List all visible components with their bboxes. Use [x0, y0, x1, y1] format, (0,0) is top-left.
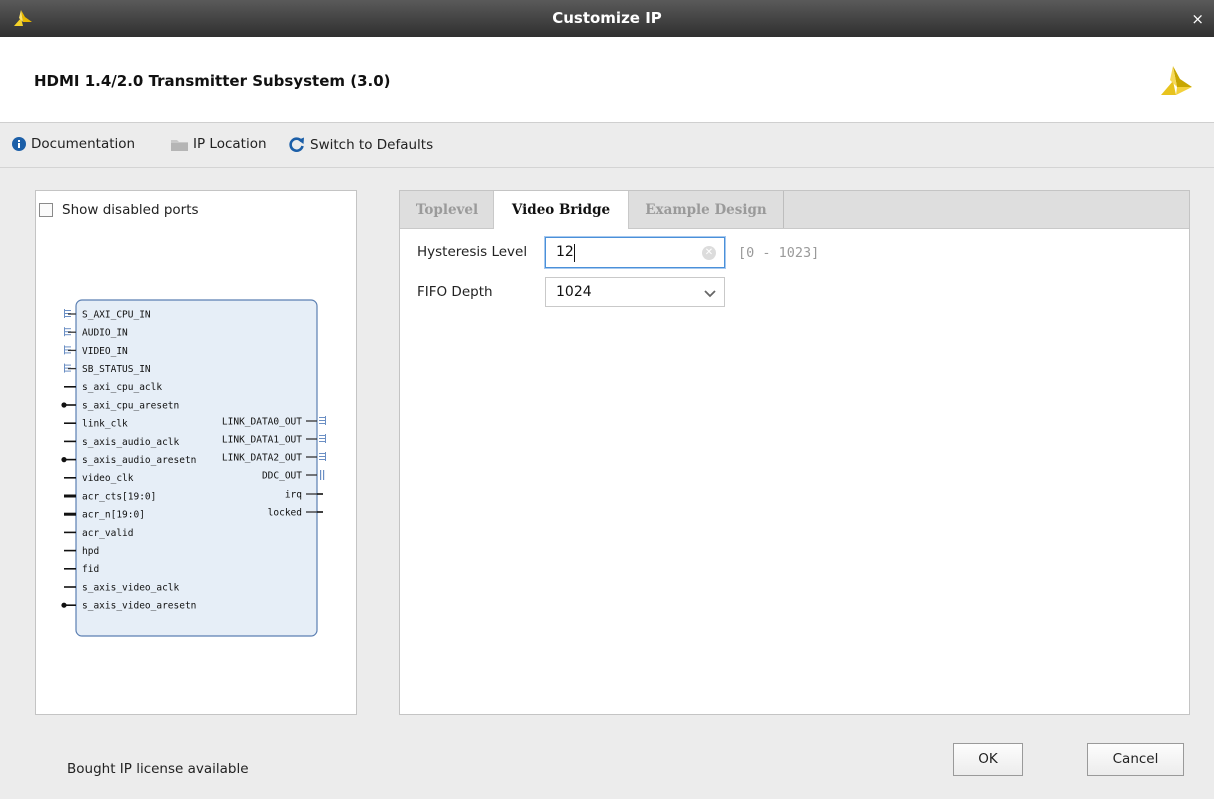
port-link-data2-out-bus-glyph [319, 452, 326, 461]
port-s-axi-cpu-in-label: S_AXI_CPU_IN [82, 309, 151, 320]
refresh-icon [288, 136, 305, 153]
close-icon[interactable]: × [1191, 12, 1204, 27]
show-disabled-ports-checkbox[interactable] [39, 203, 53, 217]
ip-location-label: IP Location [193, 136, 267, 152]
documentation-button[interactable]: Documentation [12, 136, 135, 152]
port-s-axis-audio-aresetn-inversion-bubble [61, 457, 67, 463]
port-link-data0-out-bus-glyph [319, 416, 326, 425]
port-acr-cts-19-0-label: acr_cts[19:0] [82, 491, 156, 502]
hysteresis-range-hint: [0 - 1023] [738, 245, 820, 261]
fifo-depth-select[interactable]: 1024 [545, 277, 725, 307]
port-s-axis-video-aclk-label: s_axis_video_aclk [82, 582, 180, 593]
port-s-axi-cpu-aresetn-label: s_axi_cpu_aresetn [82, 400, 179, 411]
info-icon [12, 137, 26, 151]
tab-toplevel[interactable]: Toplevel [400, 191, 494, 228]
switch-to-defaults-label: Switch to Defaults [310, 136, 434, 153]
port-link-clk-label: link_clk [82, 419, 128, 430]
port-link-data1-out-bus-glyph [319, 434, 326, 443]
folder-icon [171, 138, 188, 151]
port-acr-valid-label: acr_valid [82, 528, 133, 539]
ok-button[interactable]: OK [953, 743, 1023, 776]
fifo-depth-label: FIFO Depth [417, 284, 493, 300]
tab-example-design[interactable]: Example Design [629, 191, 784, 228]
port-ddc-out-iface-bar [320, 470, 322, 480]
license-status: Bought IP license available [67, 761, 249, 777]
port-hpd-label: hpd [82, 546, 99, 557]
show-disabled-ports-row[interactable]: Show disabled ports [39, 202, 199, 218]
port-link-data0-out-label: LINK_DATA0_OUT [222, 416, 302, 427]
xilinx-logo [1158, 63, 1194, 103]
port-fid-label: fid [82, 564, 99, 575]
show-disabled-ports-label: Show disabled ports [62, 202, 199, 218]
hysteresis-level-label: Hysteresis Level [417, 244, 528, 260]
port-audio-in-label: AUDIO_IN [82, 328, 128, 339]
port-sb-status-in-label: SB_STATUS_IN [82, 364, 151, 375]
cancel-button[interactable]: Cancel [1087, 743, 1184, 776]
switch-to-defaults-button[interactable]: Switch to Defaults [288, 136, 433, 153]
port-s-axi-cpu-aclk-label: s_axi_cpu_aclk [82, 382, 162, 393]
toolbar: Documentation IP Location Switch to Defa… [0, 123, 1214, 168]
port-s-axis-audio-aresetn-label: s_axis_audio_aresetn [82, 455, 196, 466]
port-acr-n-19-0-label: acr_n[19:0] [82, 510, 145, 521]
ip-symbol-panel: Show disabled ports S_AXI_CPU_IN AUDIO_IN… [35, 190, 357, 715]
chevron-down-icon [704, 287, 716, 302]
hysteresis-level-input[interactable]: 12 ✕ [545, 237, 725, 268]
fifo-depth-value: 1024 [556, 284, 592, 300]
hysteresis-level-value: 12 [556, 244, 574, 260]
ip-block-symbol: S_AXI_CPU_IN AUDIO_IN VIDEO_IN SB_STATUS_IN… [61, 299, 326, 637]
clear-icon[interactable]: ✕ [702, 246, 716, 260]
text-caret [574, 244, 575, 262]
port-irq-label: irq [285, 489, 302, 500]
documentation-label: Documentation [31, 136, 136, 152]
tab-bar: Toplevel Video Bridge Example Design [400, 191, 1189, 229]
port-ddc-out-label: DDC_OUT [262, 470, 302, 481]
port-s-axi-cpu-aresetn-inversion-bubble [61, 402, 67, 408]
dialog-header: HDMI 1.4/2.0 Transmitter Subsystem (3.0) [0, 37, 1214, 123]
port-video-clk-label: video_clk [82, 473, 134, 484]
port-s-axis-video-aresetn-inversion-bubble [61, 602, 67, 608]
port-locked-label: locked [268, 507, 302, 518]
port-s-axis-video-aresetn-label: s_axis_video_aresetn [82, 601, 196, 612]
port-video-in-label: VIDEO_IN [82, 346, 128, 357]
ip-name-title: HDMI 1.4/2.0 Transmitter Subsystem (3.0) [34, 72, 391, 90]
tab-video-bridge[interactable]: Video Bridge [493, 191, 629, 229]
ip-location-button[interactable]: IP Location [171, 136, 267, 152]
port-link-data1-out-label: LINK_DATA1_OUT [222, 434, 302, 445]
port-s-axis-audio-aclk-label: s_axis_audio_aclk [82, 437, 180, 448]
window-titlebar[interactable]: Customize IP × [0, 0, 1214, 37]
port-ddc-out-iface-bar [323, 470, 325, 480]
port-link-data2-out-label: LINK_DATA2_OUT [222, 452, 302, 463]
configuration-panel: Toplevel Video Bridge Example Design Hys… [399, 190, 1190, 715]
window-title: Customize IP [552, 9, 662, 27]
